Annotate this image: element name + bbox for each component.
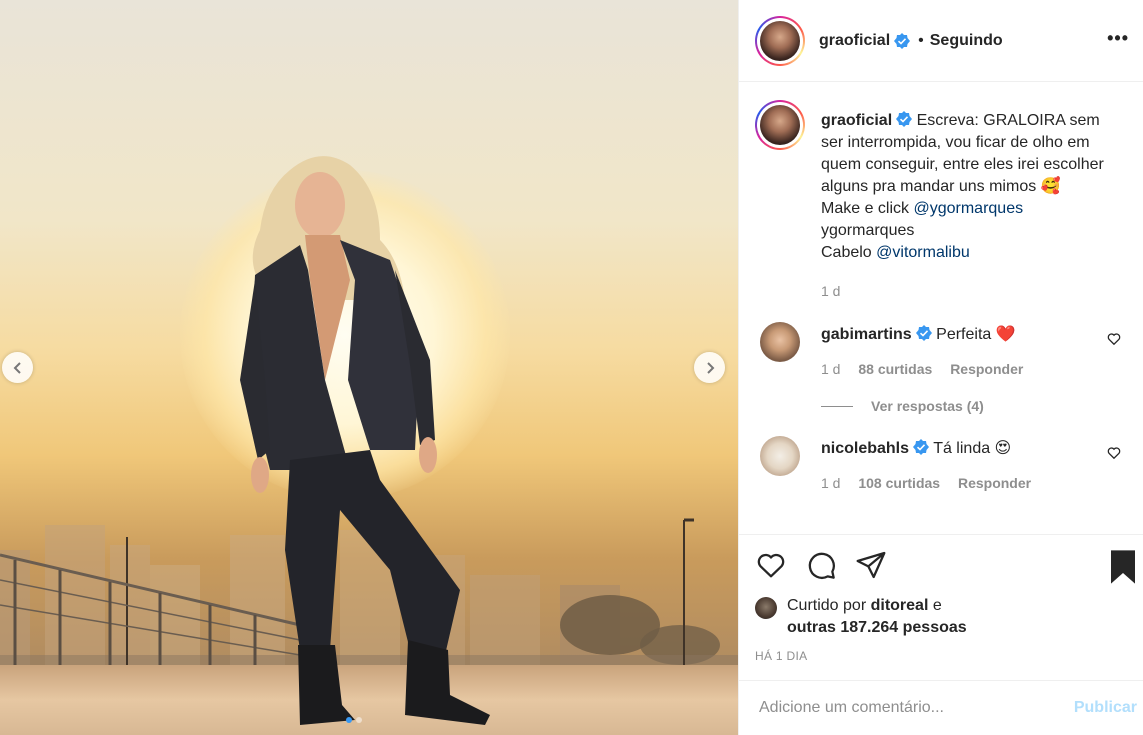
author-avatar[interactable] xyxy=(755,15,805,66)
comment-icon[interactable] xyxy=(805,549,837,581)
carousel-indicator xyxy=(346,717,362,723)
caption-avatar[interactable] xyxy=(755,100,805,150)
makeup-credit-label: Make e click xyxy=(821,200,914,217)
hair-credit-label: Cabelo xyxy=(821,244,877,261)
comment-time: 1 d xyxy=(821,475,841,491)
liker-avatar[interactable] xyxy=(755,597,777,619)
mention-link[interactable]: @vitormalibu xyxy=(876,244,970,261)
comment-likes-count[interactable]: 108 curtidas xyxy=(858,475,940,491)
post-actions: Curtido por ditoreal e outras 187.264 pe… xyxy=(739,534,1143,670)
carousel-dot-active xyxy=(346,717,352,723)
reply-button[interactable]: Responder xyxy=(958,475,1031,491)
comment-time: 1 d xyxy=(821,361,841,377)
like-comment-heart-icon[interactable] xyxy=(1107,332,1121,346)
share-direct-icon[interactable] xyxy=(855,549,887,581)
liked-by-connector: e xyxy=(928,597,942,614)
model-figure xyxy=(240,156,490,725)
chevron-right-icon xyxy=(706,361,714,374)
publish-button[interactable]: Publicar xyxy=(1074,699,1137,717)
header-separator: • xyxy=(918,31,924,49)
verified-badge-icon xyxy=(915,325,932,341)
commenter-avatar[interactable] xyxy=(760,436,800,476)
carousel-prev-button[interactable] xyxy=(2,352,33,383)
reply-button[interactable]: Responder xyxy=(950,361,1023,377)
carousel-dot xyxy=(356,717,362,723)
view-replies-label: Ver respostas (4) xyxy=(871,398,984,414)
like-comment-heart-icon[interactable] xyxy=(1107,446,1121,460)
carousel-next-button[interactable] xyxy=(694,352,725,383)
post-header: graoficial • Seguindo ••• xyxy=(739,0,1143,82)
mention-link[interactable]: @ygormarques xyxy=(913,200,1023,217)
likes-count-link[interactable]: outras 187.264 pessoas xyxy=(787,619,967,636)
commenter-username[interactable]: nicolebahls xyxy=(821,440,909,457)
commenter-avatar[interactable] xyxy=(760,322,800,362)
post-photo[interactable] xyxy=(0,0,738,735)
like-heart-icon[interactable] xyxy=(755,549,787,581)
liker-username[interactable]: ditoreal xyxy=(871,597,929,614)
comment-item: gabimartins Perfeita ❤️ 1 d 88 curtidas … xyxy=(755,322,1127,380)
replies-divider-line xyxy=(821,405,853,407)
comment-likes-count[interactable]: 88 curtidas xyxy=(858,361,932,377)
post-date: HÁ 1 DIA xyxy=(755,649,808,663)
caption-username[interactable]: graoficial xyxy=(821,112,892,129)
verified-badge-icon xyxy=(894,32,911,49)
verified-badge-icon xyxy=(896,111,913,127)
comment-text: Perfeita ❤️ xyxy=(936,326,1016,343)
save-bookmark-icon[interactable] xyxy=(1107,549,1139,585)
view-replies-button[interactable]: Ver respostas (4) xyxy=(821,398,1127,414)
post-side-panel: graoficial • Seguindo ••• graoficial Esc… xyxy=(738,0,1143,735)
comments-list[interactable]: graoficial Escreva: GRALOIRA sem ser int… xyxy=(739,82,1143,534)
author-username[interactable]: graoficial xyxy=(819,32,890,50)
avatar-image xyxy=(760,20,800,61)
chevron-left-icon xyxy=(13,361,21,374)
add-comment-bar: Publicar xyxy=(739,680,1143,735)
likes-summary: Curtido por ditoreal e outras 187.264 pe… xyxy=(755,595,1127,639)
avatar-image xyxy=(760,105,800,145)
following-button[interactable]: Seguindo xyxy=(930,32,1003,50)
commenter-username[interactable]: gabimartins xyxy=(821,326,912,343)
comment-text: Tá linda 😍 xyxy=(933,440,1012,457)
comment-input[interactable] xyxy=(759,699,1074,717)
verified-badge-icon xyxy=(913,439,930,455)
more-options-button[interactable]: ••• xyxy=(1107,28,1129,49)
post-modal: graoficial • Seguindo ••• graoficial Esc… xyxy=(0,0,1143,735)
makeup-name: ygormarques xyxy=(821,222,915,239)
comment-item: nicolebahls Tá linda 😍 1 d 108 curtidas … xyxy=(755,436,1127,494)
caption-time: 1 d xyxy=(821,283,841,299)
liked-by-prefix: Curtido por xyxy=(787,597,871,614)
caption: graoficial Escreva: GRALOIRA sem ser int… xyxy=(755,100,1127,302)
